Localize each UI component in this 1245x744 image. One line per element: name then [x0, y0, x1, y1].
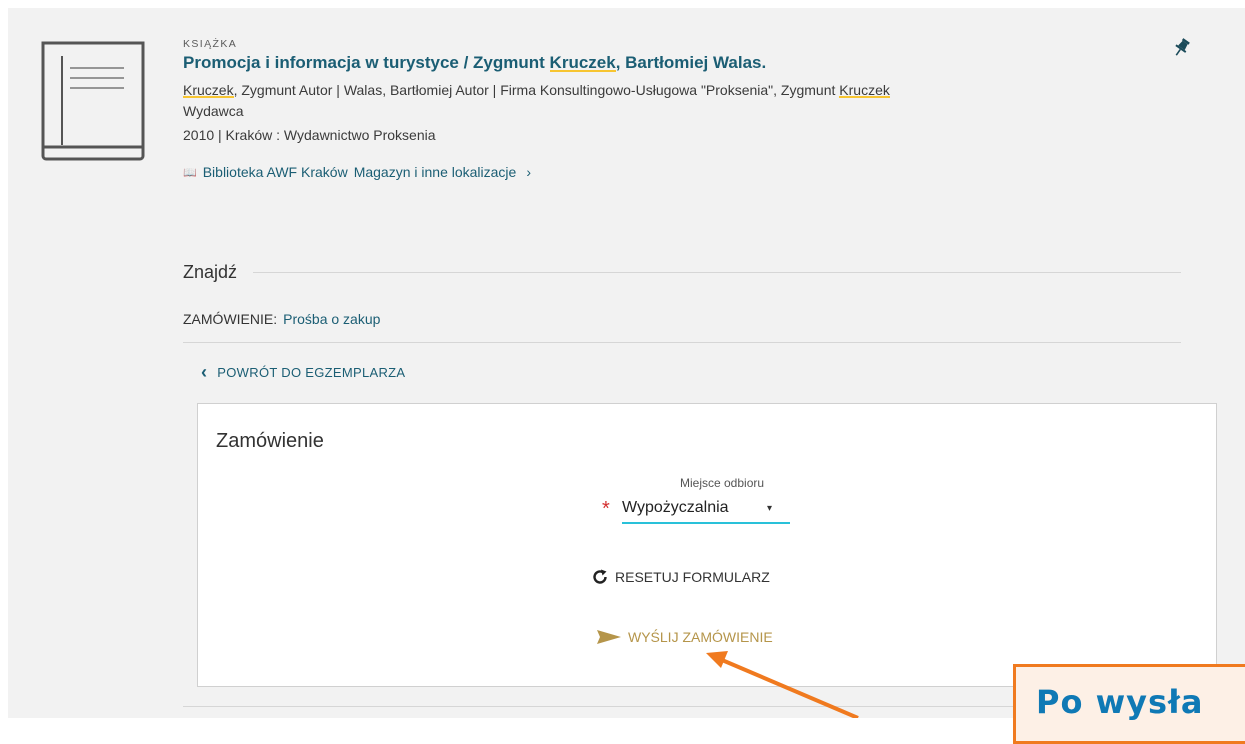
refresh-icon[interactable] [591, 568, 609, 586]
publisher-role: Wydawca [183, 103, 244, 119]
find-heading: Znajdź [183, 262, 238, 282]
back-link-label[interactable]: POWRÓT DO EGZEMPLARZA [217, 365, 405, 380]
callout-text: Po wysła [1036, 683, 1204, 721]
author-highlight-1: Kruczek [183, 82, 234, 98]
title-text[interactable]: Promocja i informacja w turystyce / Zygm… [183, 53, 550, 72]
order-form-card: Zamówienie Miejsce odbioru * Wypożyczaln… [197, 403, 1217, 687]
pin-icon[interactable] [1171, 36, 1193, 58]
title-highlight[interactable]: Kruczek [549, 53, 616, 72]
required-marker: * [602, 498, 610, 520]
book-icon [41, 41, 145, 161]
chevron-right-icon[interactable]: › [526, 164, 531, 180]
back-to-item-button[interactable]: ‹ POWRÓT DO EGZEMPLARZA [201, 363, 405, 381]
order-type-link[interactable]: Prośba o zakup [283, 311, 380, 327]
library-book-icon: 📖 [183, 166, 197, 179]
chevron-left-icon[interactable]: ‹ [201, 363, 207, 381]
order-label: ZAMÓWIENIE: [183, 311, 278, 327]
find-divider [253, 272, 1181, 273]
title-text-end[interactable]: , Bartłomiej Walas. [616, 53, 767, 72]
reset-form-label[interactable]: RESETUJ FORMULARZ [615, 569, 770, 585]
annotation-callout: Po wysła [1013, 664, 1245, 744]
find-section-header: Znajdź [183, 262, 1181, 283]
form-title: Zamówienie [216, 430, 324, 452]
authors-text: , Zygmunt Autor | Walas, Bartłomiej Auto… [233, 82, 840, 98]
caret-down-icon[interactable]: ▾ [767, 503, 772, 514]
material-type-label: KSIĄŻKA [183, 38, 238, 50]
record-title-link[interactable]: Promocja i informacja w turystyce / Zygm… [183, 53, 766, 73]
record-authors: Kruczek, Zygmunt Autor | Walas, Bartłomi… [183, 80, 1143, 122]
pickup-location-label: Miejsce odbioru [680, 476, 765, 490]
pickup-location-select[interactable]: Wypożyczalnia ▾ [622, 498, 790, 524]
library-name[interactable]: Biblioteka AWF Kraków [203, 164, 348, 180]
publication-info: 2010 | Kraków : Wydawnictwo Proksenia [183, 127, 436, 143]
author-highlight-2: Kruczek [839, 82, 890, 98]
divider [183, 342, 1181, 343]
send-icon[interactable] [596, 628, 622, 646]
reset-form-button[interactable]: RESETUJ FORMULARZ [591, 568, 770, 586]
location-name[interactable]: Magazyn i inne lokalizacje [354, 164, 517, 180]
order-type-row: ZAMÓWIENIE: Prośba o zakup [183, 311, 380, 327]
send-order-button[interactable]: WYŚLIJ ZAMÓWIENIE [596, 628, 773, 646]
availability-link[interactable]: 📖 Biblioteka AWF Kraków Magazyn i inne l… [183, 164, 531, 180]
send-order-label[interactable]: WYŚLIJ ZAMÓWIENIE [628, 629, 773, 645]
pickup-location-value[interactable]: Wypożyczalnia [622, 499, 729, 517]
